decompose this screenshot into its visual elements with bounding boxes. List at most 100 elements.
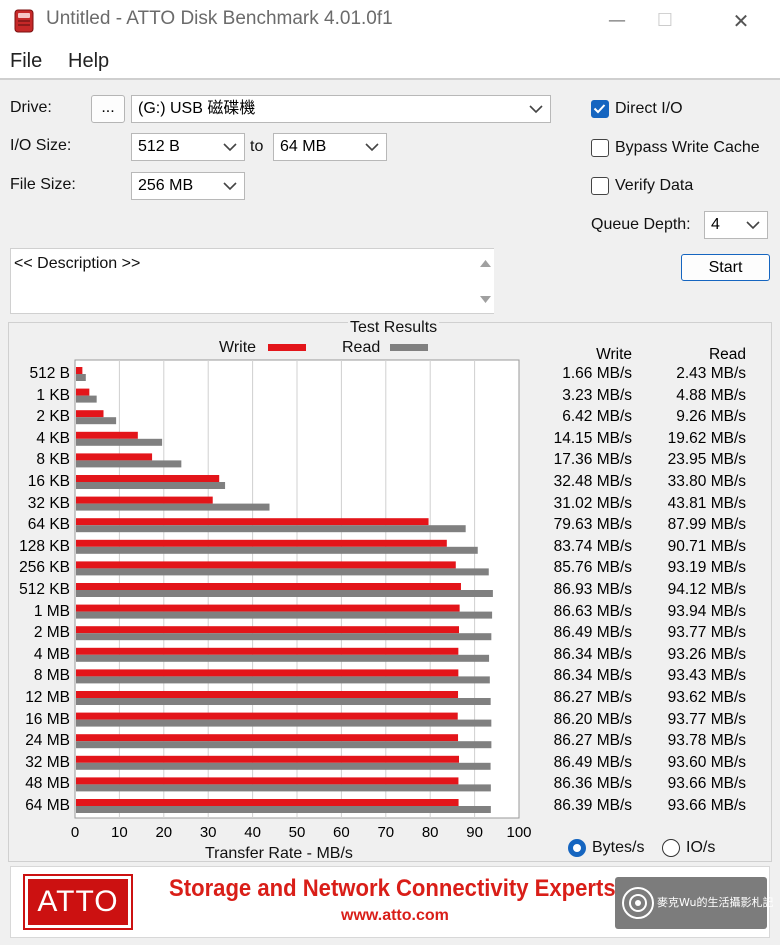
read-bar [76, 698, 491, 705]
read-value: 93.94 MB/s [667, 602, 746, 620]
write-value: 86.27 MB/s [553, 689, 632, 706]
x-tick-label: 60 [333, 824, 350, 841]
banner-tagline: Storage and Network Connectivity Experts [169, 875, 616, 902]
read-value: 93.62 MB/s [667, 689, 746, 706]
write-bar [76, 777, 459, 785]
x-tick-label: 10 [111, 824, 128, 841]
read-bar [76, 438, 163, 446]
row-label: 32 KB [27, 494, 70, 512]
read-bar [76, 741, 492, 749]
watermark: 麥克Wu的生活攝影札記 [615, 877, 773, 929]
read-value: 19.62 MB/s [667, 429, 746, 447]
watermark-text: 麥克Wu的生活攝影札記 [657, 896, 774, 909]
write-bar [76, 604, 460, 612]
read-bar [76, 417, 117, 425]
write-value: 86.49 MB/s [553, 624, 632, 642]
write-value: 17.36 MB/s [553, 451, 632, 469]
write-value: 79.63 MB/s [553, 516, 632, 534]
io-per-sec-label[interactable]: IO/s [686, 839, 715, 857]
camera-icon [622, 887, 654, 919]
x-tick-label: 100 [506, 824, 532, 841]
read-bar [76, 525, 466, 533]
read-bar [76, 806, 491, 813]
row-label: 64 KB [27, 516, 70, 534]
x-tick-label: 40 [244, 824, 261, 841]
write-value: 3.23 MB/s [562, 386, 632, 404]
write-value: 31.02 MB/s [553, 494, 632, 512]
read-bar [76, 460, 182, 468]
read-value: 94.12 MB/s [667, 581, 746, 598]
row-label: 128 KB [19, 537, 70, 555]
write-value: 86.63 MB/s [553, 602, 632, 620]
row-label: 1 MB [33, 602, 70, 620]
row-label: 32 MB [25, 753, 70, 771]
write-bar [76, 799, 459, 806]
row-label: 1 KB [36, 386, 70, 404]
read-bar [76, 482, 226, 489]
read-value: 4.88 MB/s [676, 386, 746, 404]
write-value: 85.76 MB/s [553, 559, 632, 577]
x-tick-label: 90 [466, 824, 483, 841]
read-bar [76, 503, 270, 511]
write-value: 86.36 MB/s [553, 775, 632, 793]
row-label: 8 KB [36, 451, 70, 469]
atto-logo: ATTO [23, 874, 133, 930]
read-value: 93.66 MB/s [667, 797, 746, 814]
row-label: 512 KB [19, 581, 70, 598]
bytes-per-sec-label[interactable]: Bytes/s [592, 839, 644, 857]
write-bar [76, 712, 458, 720]
write-bar [76, 518, 429, 526]
read-value: 87.99 MB/s [667, 516, 746, 534]
write-value: 86.27 MB/s [553, 732, 632, 750]
write-value: 1.66 MB/s [562, 365, 632, 382]
read-bar [76, 633, 492, 641]
read-bar [76, 568, 489, 576]
row-label: 2 KB [36, 408, 70, 426]
read-value: 93.77 MB/s [667, 624, 746, 642]
row-label: 4 MB [33, 645, 70, 663]
read-value: 93.19 MB/s [667, 559, 746, 577]
write-value: 32.48 MB/s [553, 473, 632, 490]
read-bar [76, 719, 492, 727]
write-bar [76, 647, 459, 655]
write-value: 86.39 MB/s [553, 797, 632, 814]
row-label: 24 MB [25, 732, 70, 750]
read-bar [76, 395, 97, 403]
read-value: 2.43 MB/s [676, 365, 746, 382]
write-value: 6.42 MB/s [562, 408, 632, 426]
row-label: 64 MB [25, 797, 70, 814]
io-per-sec-radio[interactable] [662, 839, 680, 857]
write-bar [76, 583, 461, 590]
row-label: 8 MB [33, 667, 70, 685]
x-axis-label: Transfer Rate - MB/s [205, 845, 353, 862]
banner-url[interactable]: www.atto.com [341, 907, 449, 925]
write-value: 83.74 MB/s [553, 537, 632, 555]
read-value: 9.26 MB/s [676, 408, 746, 426]
write-value: 14.15 MB/s [553, 429, 632, 447]
write-bar [76, 410, 104, 418]
read-bar [76, 784, 491, 792]
atto-banner[interactable]: ATTO Storage and Network Connectivity Ex… [10, 866, 773, 938]
write-bar [76, 367, 83, 374]
x-tick-label: 80 [421, 824, 439, 841]
row-label: 512 B [29, 365, 70, 382]
write-bar [76, 475, 220, 482]
bytes-per-sec-radio[interactable] [568, 839, 586, 857]
write-bar [76, 539, 447, 547]
x-tick-label: 70 [377, 824, 395, 841]
atto-logo-text: ATTO [37, 885, 119, 918]
read-bar [76, 374, 86, 381]
row-label: 2 MB [33, 624, 70, 642]
write-value: 86.93 MB/s [553, 581, 632, 598]
x-tick-label: 20 [155, 824, 173, 841]
read-value: 93.43 MB/s [667, 667, 746, 685]
read-bar [76, 676, 490, 684]
read-value: 43.81 MB/s [667, 494, 746, 512]
row-label: 16 MB [25, 710, 70, 728]
write-value: 86.49 MB/s [553, 753, 632, 771]
write-bar [76, 669, 459, 677]
x-tick-label: 0 [70, 824, 80, 841]
write-bar [76, 496, 213, 504]
read-value: 33.80 MB/s [667, 473, 746, 490]
row-label: 256 KB [19, 559, 70, 577]
